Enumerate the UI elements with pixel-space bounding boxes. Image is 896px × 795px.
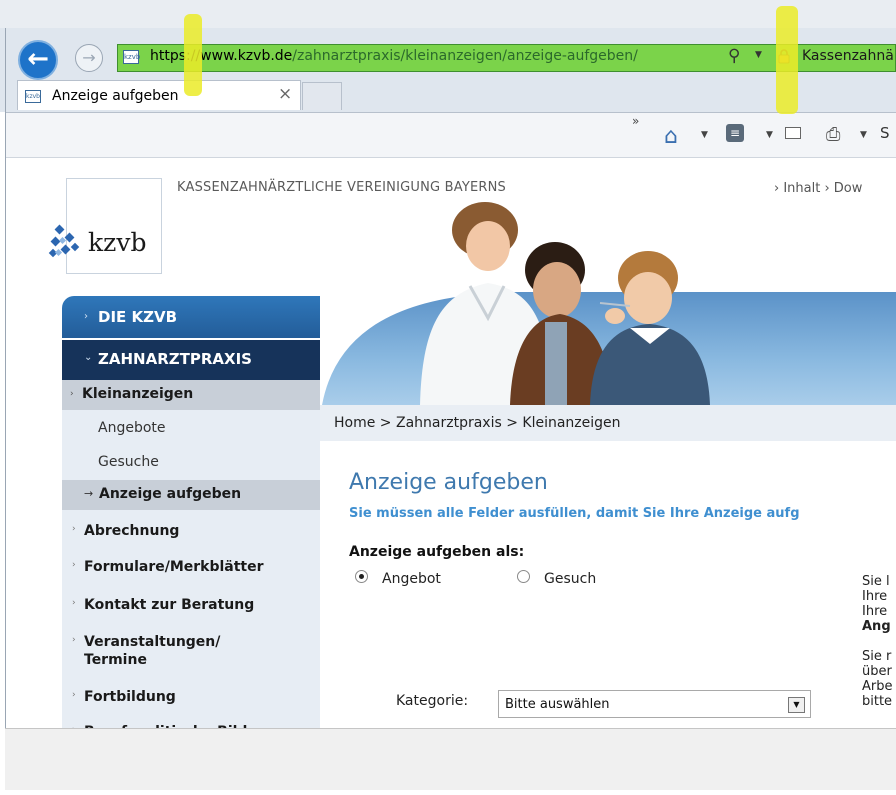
nav-fortbildung[interactable]: Fortbildung <box>84 689 176 706</box>
chevron-down-icon[interactable]: ▼ <box>788 697 805 713</box>
org-name: KASSENZAHNÄRZTLICHE VEREINIGUNG BAYERNS <box>177 180 507 195</box>
radio-selected-dot <box>359 574 364 579</box>
top-links[interactable]: › Inhalt › Dow <box>774 181 862 196</box>
chevron-down-icon: ⌄ <box>84 352 93 363</box>
nav-veranstaltungen-line2[interactable]: Termine <box>84 652 147 669</box>
nav-formulare[interactable]: Formulare/Merkblätter <box>84 559 264 576</box>
nav-gesuche[interactable]: Gesuche <box>98 454 159 470</box>
chevron-right-icon: › <box>72 635 76 645</box>
breadcrumb[interactable]: Home > Zahnarztpraxis > Kleinanzeigen <box>334 415 621 431</box>
arrow-right-icon: → <box>84 487 94 500</box>
nav-abrechnung[interactable]: Abrechnung <box>84 523 179 540</box>
chevron-right-icon: › <box>84 311 88 322</box>
nav-kleinanzeigen-label: Kleinanzeigen <box>82 386 194 402</box>
radio-gesuch[interactable] <box>517 570 530 583</box>
side-text-line: bitte <box>862 694 893 709</box>
side-text-line: über <box>862 664 892 679</box>
side-text-line: Arbe <box>862 679 893 694</box>
type-label: Anzeige aufgeben als: <box>349 544 525 560</box>
nav-kontakt[interactable]: Kontakt zur Beratung <box>84 597 254 614</box>
status-bar <box>5 728 896 790</box>
side-text-line <box>862 634 896 649</box>
chevron-right-icon: › <box>70 389 74 399</box>
side-info-text: Sie l Ihre Ihre Ang Sie r über Arbe bitt… <box>862 574 896 709</box>
side-text-line: Ihre <box>862 604 888 619</box>
nav-die-kzvb-label: DIE KZVB <box>98 308 178 326</box>
nav-zahnarztpraxis-label: ZAHNARZTPRAXIS <box>98 350 252 368</box>
page-subtitle: Sie müssen alle Felder ausfüllen, damit … <box>349 506 800 521</box>
highlighter-mark <box>776 6 798 114</box>
side-text-line: Sie r <box>862 649 892 664</box>
logo-text: kzvb <box>88 228 147 257</box>
chevron-right-icon: › <box>72 598 76 608</box>
chevron-right-icon: › <box>72 524 76 534</box>
nav-angebote[interactable]: Angebote <box>98 420 166 436</box>
radio-gesuch-label[interactable]: Gesuch <box>544 571 596 587</box>
radio-angebot-label[interactable]: Angebot <box>382 571 441 587</box>
nav-veranstaltungen[interactable]: Veranstaltungen/ <box>84 634 220 651</box>
highlighter-mark <box>184 14 202 96</box>
side-text-line: Sie l <box>862 574 890 589</box>
kategorie-value: Bitte auswählen <box>505 697 610 712</box>
window-top-strip <box>0 0 896 28</box>
kzvb-logo-icon <box>48 224 80 258</box>
radio-angebot[interactable] <box>355 570 368 583</box>
chevron-right-icon: › <box>72 560 76 570</box>
page-title: Anzeige aufgeben <box>349 470 548 495</box>
nav-anzeige-aufgeben-label: Anzeige aufgeben <box>99 486 242 502</box>
side-text-line: Ang <box>862 619 891 634</box>
chevron-right-icon: › <box>72 690 76 700</box>
hero-photo <box>420 202 710 405</box>
kategorie-label: Kategorie: <box>396 693 469 709</box>
side-text-line: Ihre <box>862 589 888 604</box>
